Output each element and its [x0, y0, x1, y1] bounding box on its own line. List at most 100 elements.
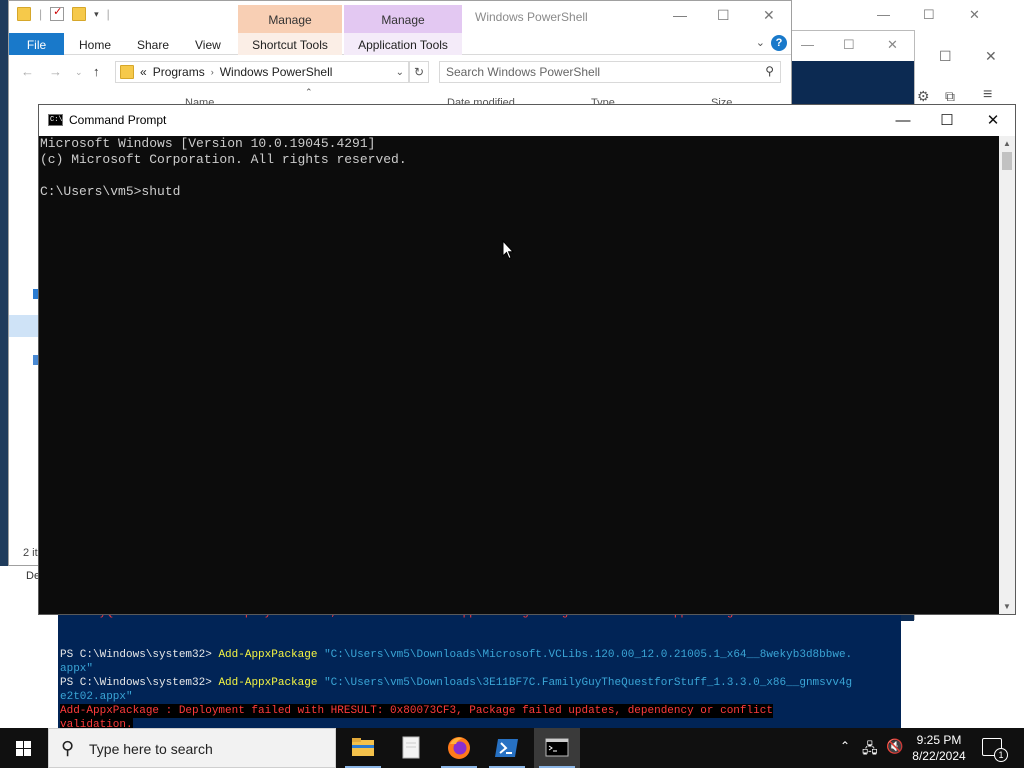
windows-logo-icon: [16, 741, 23, 748]
console-line: (c) Microsoft Corporation. All rights re…: [40, 152, 407, 167]
window-title: Command Prompt: [69, 113, 167, 127]
scroll-thumb[interactable]: [1002, 152, 1012, 170]
maximize-icon[interactable]: ☐: [717, 7, 730, 24]
ps-argument: "C:\Users\vm5\Downloads\Microsoft.VCLibs…: [324, 649, 853, 661]
taskbar-firefox[interactable]: [436, 728, 482, 768]
clock-time: 9:25 PM: [916, 733, 962, 747]
cmd-titlebar[interactable]: C:\ Command Prompt — ☐ ✕: [39, 105, 1015, 136]
ps-argument: "C:\Users\vm5\Downloads\3E11BF7C.FamilyG…: [324, 677, 853, 689]
minimize-icon[interactable]: —: [880, 109, 926, 133]
taskbar-search-placeholder: Type here to search: [89, 741, 213, 757]
close-icon[interactable]: ✕: [970, 109, 1016, 133]
file-explorer-icon: [352, 738, 374, 756]
firefox-icon: [448, 737, 470, 759]
close-icon[interactable]: ✕: [887, 37, 898, 53]
up-icon[interactable]: ↑: [93, 64, 100, 79]
status-item-count: 2 it: [23, 547, 38, 559]
show-hidden-icons-icon[interactable]: ⌃: [840, 739, 850, 768]
help-icon[interactable]: ?: [771, 35, 787, 51]
ps-command-line: PS C:\Windows\system32> Add-AppxPackage …: [60, 648, 852, 662]
start-button[interactable]: [0, 728, 48, 768]
close-icon[interactable]: ✕: [763, 7, 775, 24]
ps-prompt: PS C:\Windows\system32>: [60, 649, 219, 661]
command-prompt-window[interactable]: C:\ Command Prompt — ☐ ✕ Microsoft Windo…: [38, 104, 1016, 615]
separator: |: [106, 7, 110, 21]
search-placeholder: Search Windows PowerShell: [446, 65, 601, 79]
notepad-icon: [402, 736, 420, 759]
breadcrumb-separator-icon: ›: [210, 67, 214, 77]
windows-logo-icon: [16, 749, 23, 756]
sort-up-icon: ⌃: [305, 87, 313, 97]
vertical-scrollbar[interactable]: ▲ ▼: [999, 136, 1015, 614]
tab-view[interactable]: View: [195, 33, 221, 55]
console-input-line[interactable]: C:\Users\vm5>shutd: [40, 184, 1000, 200]
properties-icon[interactable]: [50, 5, 65, 21]
ribbon-tabs: File Home Share View Shortcut Tools Appl…: [9, 33, 791, 55]
maximize-icon[interactable]: ☐: [923, 7, 935, 23]
notification-count-badge: 1: [994, 748, 1008, 762]
address-dropdown-icon[interactable]: ⌄: [396, 67, 404, 78]
settings-icon[interactable]: ⚙: [917, 88, 930, 105]
context-tab-manage-shortcut: Manage: [238, 5, 342, 33]
close-icon[interactable]: ✕: [985, 48, 997, 65]
window-title: Windows PowerShell: [475, 10, 588, 24]
expand-ribbon-icon[interactable]: ⌄: [756, 36, 765, 49]
ps-argument-continuation: appx": [60, 663, 94, 675]
taskbar-file-explorer[interactable]: [340, 728, 386, 768]
system-clock[interactable]: 9:25 PM 8/22/2024: [908, 732, 970, 764]
volume-muted-icon[interactable]: 🔇: [886, 738, 903, 768]
cmd-app-icon[interactable]: C:\: [48, 114, 63, 126]
taskbar-notepad[interactable]: [388, 728, 434, 768]
search-icon: ⚲: [765, 64, 774, 78]
address-bar[interactable]: « Programs › Windows PowerShell ⌄: [115, 61, 409, 83]
quick-access-toolbar: | ▾ |: [17, 5, 110, 21]
back-icon[interactable]: ←: [21, 64, 34, 79]
selected-nav-item[interactable]: [9, 315, 39, 337]
breadcrumb-programs[interactable]: Programs: [153, 65, 205, 79]
tab-shortcut-tools[interactable]: Shortcut Tools: [238, 33, 342, 55]
scroll-up-icon[interactable]: ▲: [999, 139, 1015, 148]
maximize-icon[interactable]: ☐: [924, 109, 970, 133]
recent-locations-icon[interactable]: ⌄: [75, 67, 83, 78]
clock-date: 8/22/2024: [912, 749, 966, 763]
network-icon[interactable]: 🖧: [862, 738, 878, 768]
maximize-icon[interactable]: ☐: [939, 48, 952, 65]
ps-error-line: Add-AppxPackage : Deployment failed with…: [60, 704, 773, 718]
breadcrumb-windows-powershell[interactable]: Windows PowerShell: [220, 65, 333, 79]
ps-error-line: validation.: [60, 718, 133, 728]
breadcrumb-prefix[interactable]: «: [140, 65, 147, 79]
taskbar-search-box[interactable]: ⚲ Type here to search: [48, 728, 336, 768]
console-line: Microsoft Windows [Version 10.0.19045.42…: [40, 136, 376, 151]
maximize-icon[interactable]: ☐: [843, 37, 855, 53]
separator: |: [39, 7, 43, 21]
taskbar-powershell[interactable]: [484, 728, 530, 768]
refresh-icon[interactable]: ↻: [409, 61, 429, 83]
windows-logo-icon: [24, 749, 31, 756]
command-prompt-icon: [545, 738, 569, 757]
folder-icon: [120, 65, 134, 79]
search-input[interactable]: Search Windows PowerShell ⚲: [439, 61, 781, 83]
folder-icon[interactable]: [17, 7, 31, 21]
console-output[interactable]: Microsoft Windows [Version 10.0.19045.42…: [39, 136, 1000, 614]
forward-icon[interactable]: →: [49, 64, 62, 79]
extensions-icon[interactable]: ⧉: [945, 88, 955, 105]
minimize-icon[interactable]: —: [877, 7, 890, 22]
ps-prompt: PS C:\Windows\system32>: [60, 677, 219, 689]
tab-application-tools[interactable]: Application Tools: [344, 33, 462, 55]
new-folder-icon[interactable]: [72, 7, 87, 21]
taskbar: ⚲ Type here to search ⌃ 🖧 🔇 9:25 PM 8/22…: [0, 728, 1024, 768]
tab-home[interactable]: Home: [79, 33, 111, 55]
taskbar-command-prompt[interactable]: [534, 728, 580, 768]
minimize-icon[interactable]: —: [801, 37, 814, 52]
powershell-icon: [495, 739, 518, 757]
menu-icon[interactable]: ≡: [983, 86, 992, 104]
close-icon[interactable]: ✕: [969, 7, 980, 23]
scroll-down-icon[interactable]: ▼: [999, 602, 1015, 611]
minimize-icon[interactable]: —: [673, 7, 687, 23]
ps-command-line: PS C:\Windows\system32> Add-AppxPackage …: [60, 676, 852, 690]
tab-file[interactable]: File: [9, 33, 64, 55]
customize-qat-icon[interactable]: ▾: [94, 9, 99, 20]
tab-share[interactable]: Share: [137, 33, 169, 55]
address-row: ← → ⌄ ↑ « Programs › Windows PowerShell …: [9, 59, 791, 87]
ps-argument-continuation: e2t02.appx": [60, 691, 133, 703]
